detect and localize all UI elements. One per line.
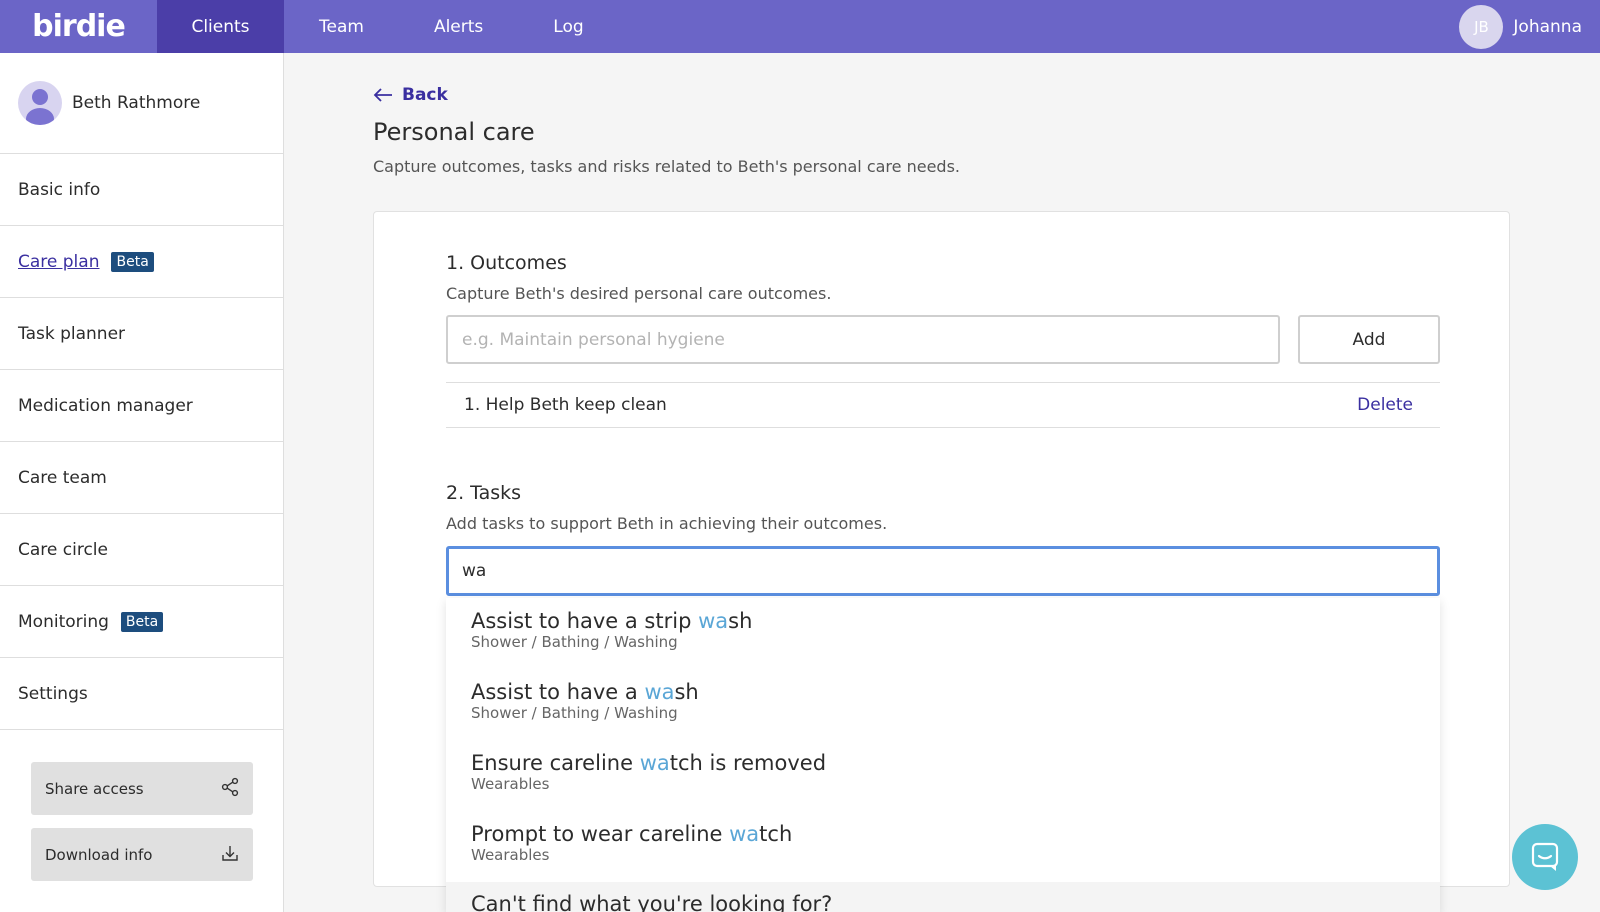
sidebar-item-label: Care team (18, 467, 107, 488)
nav-tab-clients[interactable]: Clients (157, 0, 284, 53)
sidebar-item-care-plan[interactable]: Care plan Beta (0, 226, 283, 298)
suggestion-category: Shower / Bathing / Washing (471, 704, 678, 722)
page-title: Personal care (373, 118, 535, 146)
nav-tab-alerts[interactable]: Alerts (399, 0, 518, 53)
sidebar-item-label: Care circle (18, 539, 108, 560)
sidebar-item-settings[interactable]: Settings (0, 658, 283, 730)
sidebar-item-medication-manager[interactable]: Medication manager (0, 370, 283, 442)
outcomes-subtitle: Capture Beth's desired personal care out… (446, 284, 832, 303)
tasks-title: 2. Tasks (446, 482, 522, 504)
beta-badge: Beta (120, 611, 164, 632)
back-link[interactable]: Back (373, 85, 448, 105)
arrow-left-icon (373, 88, 392, 102)
suggestion-category: Shower / Bathing / Washing (471, 633, 678, 651)
sidebar: Beth Rathmore Basic info Care plan Beta … (0, 53, 284, 912)
suggestion-option[interactable]: Ensure careline watch is removed Wearabl… (446, 740, 1440, 811)
sidebar-item-label: Settings (18, 683, 88, 704)
nav-tab-log[interactable]: Log (518, 0, 618, 53)
sidebar-item-label: Basic info (18, 179, 101, 200)
beta-badge: Beta (111, 251, 154, 272)
outcome-text: 1. Help Beth keep clean (464, 395, 667, 415)
top-navigation-bar: birdie Clients Team Alerts Log JB Johann… (0, 0, 1600, 53)
back-label: Back (402, 85, 448, 105)
sidebar-item-monitoring[interactable]: Monitoring Beta (0, 586, 283, 658)
cant-find-option[interactable]: Can't find what you're looking for? (446, 882, 1440, 912)
outcomes-title: 1. Outcomes (446, 252, 567, 274)
sidebar-item-care-circle[interactable]: Care circle (0, 514, 283, 586)
user-name: Johanna (1513, 16, 1582, 37)
client-header: Beth Rathmore (0, 53, 283, 154)
sidebar-item-basic-info[interactable]: Basic info (0, 154, 283, 226)
suggestion-option[interactable]: Assist to have a strip wash Shower / Bat… (446, 598, 1440, 669)
tasks-subtitle: Add tasks to support Beth in achieving t… (446, 514, 888, 533)
suggestion-title: Ensure careline watch is removed (471, 751, 827, 775)
task-search-input[interactable] (446, 546, 1440, 596)
download-info-button[interactable]: Download info (31, 828, 253, 881)
nav-tab-team[interactable]: Team (284, 0, 399, 53)
suggestion-title: Prompt to wear careline watch (471, 822, 793, 846)
sidebar-item-label: Monitoring (18, 611, 109, 632)
user-avatar: JB (1459, 4, 1504, 49)
share-icon (220, 777, 240, 801)
sidebar-item-label[interactable]: Care plan (18, 252, 99, 272)
suggestion-option[interactable]: Prompt to wear careline watch Wearables (446, 811, 1440, 882)
sidebar-item-task-planner[interactable]: Task planner (0, 298, 283, 370)
delete-outcome-button[interactable]: Delete (1357, 395, 1413, 415)
suggestion-option[interactable]: Assist to have a wash Shower / Bathing /… (446, 669, 1440, 740)
task-suggestions-dropdown: Assist to have a strip wash Shower / Bat… (446, 598, 1440, 912)
sidebar-item-label: Task planner (18, 323, 126, 344)
suggestion-title: Assist to have a strip wash (471, 609, 753, 633)
chat-launcher-button[interactable] (1512, 824, 1578, 890)
sidebar-item-label: Medication manager (18, 395, 193, 416)
suggestion-category: Wearables (471, 846, 550, 864)
outcome-list-item: 1. Help Beth keep clean Delete (446, 382, 1440, 428)
birdie-logo[interactable]: birdie (0, 0, 157, 53)
download-icon (220, 843, 240, 867)
outcome-input[interactable] (446, 315, 1280, 364)
page-subtitle: Capture outcomes, tasks and risks relate… (373, 157, 960, 176)
user-menu[interactable]: JB Johanna (1459, 0, 1600, 53)
suggestion-category: Wearables (471, 775, 550, 793)
client-avatar-icon (18, 81, 62, 125)
share-access-button[interactable]: Share access (31, 762, 253, 815)
download-info-label: Download info (45, 845, 153, 864)
add-outcome-button[interactable]: Add (1298, 315, 1440, 364)
share-access-label: Share access (45, 779, 144, 798)
sidebar-item-care-team[interactable]: Care team (0, 442, 283, 514)
client-name: Beth Rathmore (72, 93, 201, 113)
suggestion-title: Assist to have a wash (471, 680, 699, 704)
chat-icon (1531, 842, 1559, 871)
